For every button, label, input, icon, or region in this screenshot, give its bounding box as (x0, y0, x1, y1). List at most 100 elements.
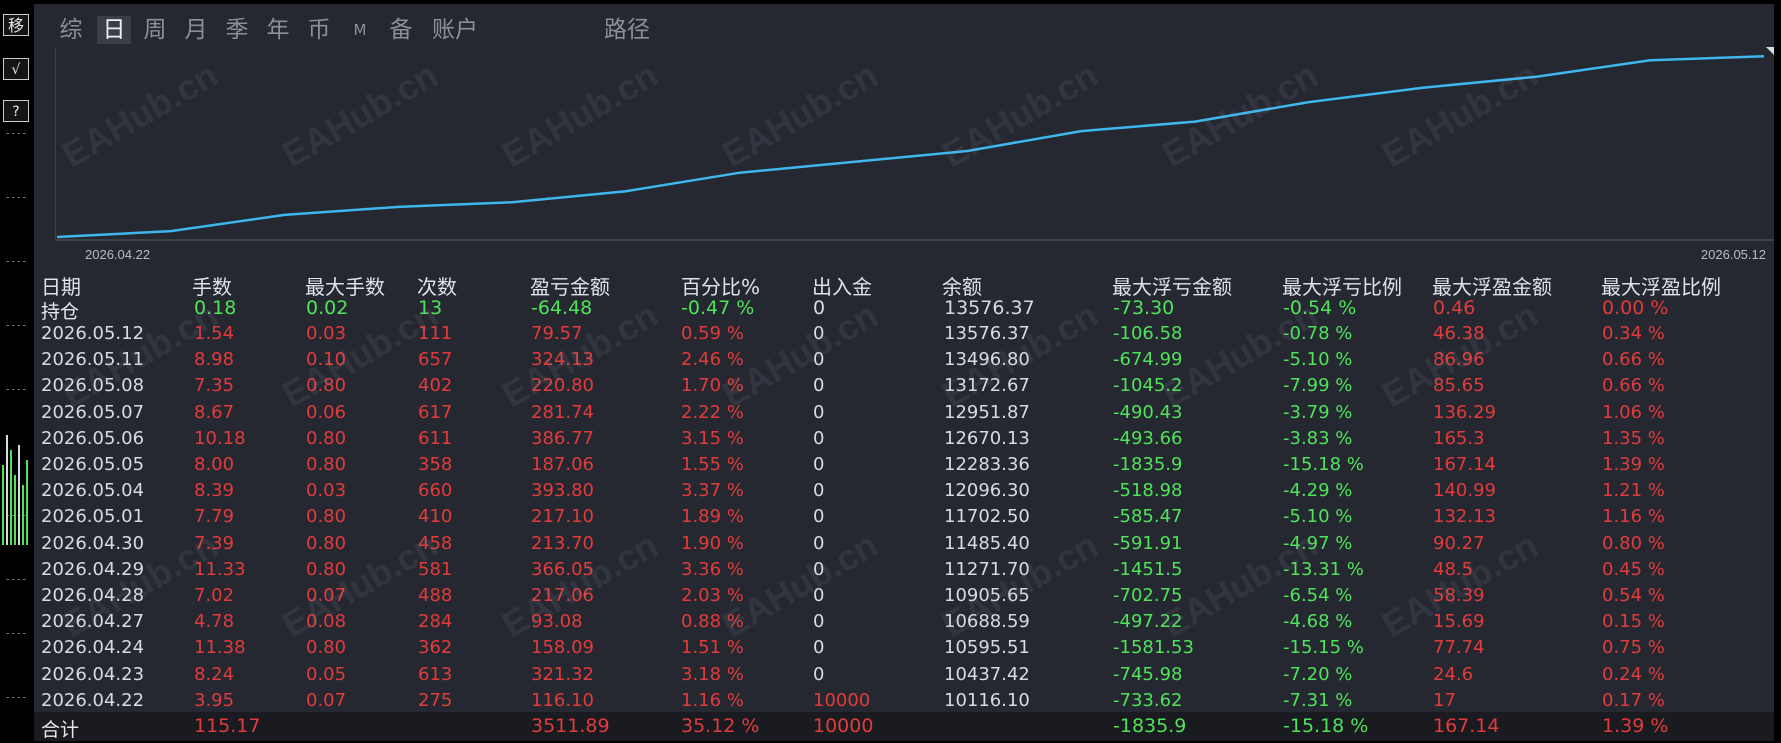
axis-tick (6, 579, 26, 580)
cell-pnl: 116.10 (531, 689, 594, 711)
cell-date: 2026.04.30 (41, 532, 145, 554)
cell-pnl: 386.77 (531, 427, 594, 449)
cell-max-fp: 46.38 (1433, 323, 1485, 344)
cell-pct: 1.51 % (681, 637, 744, 659)
cell-pct: 3.36 % (681, 558, 744, 580)
cell-max-fp: 132.13 (1433, 506, 1496, 528)
cell-deposit: 0 (813, 297, 826, 319)
cell-max-lots: 0.80 (306, 637, 347, 659)
expand-arrow-icon[interactable] (1766, 47, 1774, 55)
cell-date: 2026.05.06 (41, 427, 145, 449)
cell-count: 13 (418, 297, 443, 319)
cell-max-lots: 0.08 (306, 611, 347, 633)
help-button[interactable]: ? (3, 100, 29, 122)
tab-summary[interactable]: 综 (54, 16, 88, 44)
cell-lots: 8.39 (194, 480, 235, 502)
tab-daily[interactable]: 日 (97, 16, 131, 44)
table-row[interactable]: 2026.05.08 7.35 0.80 402 220.80 1.70 % 0 13172.… (34, 373, 1774, 399)
check-button[interactable]: √ (3, 58, 29, 80)
table-row[interactable]: 2026.04.27 4.78 0.08 284 93.08 0.88 % 0 10688.5… (34, 609, 1774, 635)
cell-balance: 13576.37 (944, 297, 1035, 319)
tab-quarterly[interactable]: 季 (220, 16, 254, 44)
cell-max-dd: -1835.9 (1113, 454, 1183, 475)
cell-date: 2026.05.05 (41, 454, 145, 475)
holding-row[interactable]: 持仓 0.18 0.02 13 -64.48 -0.47 % 0 13576.3… (34, 295, 1774, 323)
cell-pnl: 220.80 (531, 375, 594, 397)
cell-lots: 7.39 (194, 532, 235, 554)
cell-max-dd: -73.30 (1113, 297, 1175, 319)
cell-count: 611 (418, 427, 453, 449)
cell-max-lots: 0.80 (306, 506, 347, 528)
table-row[interactable]: 2026.04.30 7.39 0.80 458 213.70 1.90 % 0 11485.… (34, 531, 1774, 557)
cell-max-fp: 77.74 (1433, 637, 1485, 659)
cell-lots: 11.33 (194, 558, 246, 580)
tab-currency[interactable]: 币 (302, 16, 336, 44)
table-row[interactable]: 2026.04.24 11.38 0.80 362 158.09 1.51 % 0 10595… (34, 635, 1774, 661)
cell-max-fp: 165.3 (1433, 427, 1485, 449)
cell-max-dd-pct: -0.54 % (1283, 297, 1357, 319)
table-row[interactable]: 2026.05.01 7.79 0.80 410 217.10 1.89 % 0 11702.… (34, 504, 1774, 530)
cell-date: 2026.04.29 (41, 558, 145, 580)
cell-max-fp: 24.6 (1433, 663, 1474, 685)
cell-balance: 12951.87 (944, 401, 1030, 423)
cell-pct: 1.16 % (681, 689, 744, 711)
cell-pct: 2.03 % (681, 585, 744, 606)
x-end-label: 2026.05.12 (1701, 247, 1766, 262)
cell-max-dd-pct: -4.68 % (1283, 611, 1353, 633)
cell-deposit: 0 (813, 427, 825, 449)
table-header: 日期 手数 最大手数 次数 盈亏金额 百分比% 出入金 余额 最大浮亏金额 最大… (34, 268, 1774, 299)
cell-lots: 7.35 (194, 375, 235, 397)
cell-max-dd: -591.91 (1113, 532, 1183, 554)
tab-account[interactable]: 账户 (428, 16, 482, 44)
cell-max-dd: -702.75 (1113, 585, 1183, 606)
cell-max-dd: -490.43 (1113, 401, 1183, 423)
cell-deposit: 0 (813, 637, 825, 659)
cell-pct: 2.22 % (681, 401, 744, 423)
axis-tick (6, 197, 26, 198)
move-button[interactable]: 移 (3, 14, 29, 36)
table-row[interactable]: 2026.05.06 10.18 0.80 611 386.77 3.15 % 0 12670… (34, 426, 1774, 452)
cell-lots: 1.54 (194, 323, 235, 344)
cell-lots: 7.02 (194, 585, 235, 606)
cell-pct: 3.15 % (681, 427, 744, 449)
cell-date: 2026.04.23 (41, 663, 145, 685)
tab-notes[interactable]: 备 (384, 16, 418, 44)
cell-balance: 10905.65 (944, 585, 1030, 606)
cell-max-dd: -1045.2 (1113, 375, 1183, 397)
total-max-dd-pct: -15.18 % (1283, 715, 1369, 737)
cell-max-fp: 85.65 (1433, 375, 1485, 397)
table-row[interactable]: 2026.04.22 3.95 0.07 275 116.10 1.16 % 10000 10… (34, 688, 1774, 714)
cell-max-dd-pct: -3.83 % (1283, 427, 1353, 449)
table-row[interactable]: 2026.05.07 8.67 0.06 617 281.74 2.22 % 0 12951.… (34, 400, 1774, 426)
table-row[interactable]: 2026.04.23 8.24 0.05 613 321.32 3.18 % 0 10437.… (34, 662, 1774, 688)
table-row[interactable]: 2026.05.04 8.39 0.03 660 393.80 3.37 % 0 12096.… (34, 478, 1774, 504)
table-row[interactable]: 2026.05.05 8.00 0.80 358 187.06 1.55 % 0 12283.… (34, 452, 1774, 478)
table-row[interactable]: 2026.05.11 8.98 0.10 657 324.13 2.46 % 0 13496.… (34, 347, 1774, 373)
mini-volume-bars (0, 430, 30, 545)
cell-lots: 8.24 (194, 663, 235, 685)
cell-deposit: 0 (813, 323, 825, 344)
cell-max-dd: -1451.5 (1113, 558, 1183, 580)
cell-date: 2026.05.11 (41, 349, 145, 371)
cell-count: 617 (418, 401, 453, 423)
cell-date: 2026.05.01 (41, 506, 145, 528)
cell-max-dd: -497.22 (1113, 611, 1183, 633)
cell-max-fp-pct: 1.21 % (1602, 480, 1665, 502)
cell-pct: 1.55 % (681, 454, 744, 475)
tab-yearly[interactable]: 年 (261, 16, 295, 44)
tab-m[interactable]: M (343, 16, 377, 44)
tab-monthly[interactable]: 月 (179, 16, 213, 44)
tab-weekly[interactable]: 周 (138, 16, 172, 44)
cell-max-lots: 0.03 (306, 480, 347, 502)
table-row[interactable]: 2026.05.12 1.54 0.03 111 79.57 0.59 % 0 13576.3… (34, 321, 1774, 347)
table-row[interactable]: 2026.04.28 7.02 0.07 488 217.06 2.03 % 0 10905.… (34, 583, 1774, 609)
tab-path[interactable]: 路径 (600, 16, 654, 44)
cell-count: 284 (418, 611, 453, 633)
cell-count: 613 (418, 663, 453, 685)
total-max-fp: 167.14 (1433, 715, 1500, 737)
table-row[interactable]: 2026.04.29 11.33 0.80 581 366.05 3.36 % 0 11271… (34, 557, 1774, 583)
cell-date: 2026.05.08 (41, 375, 145, 397)
cell-pct: 0.88 % (681, 611, 744, 633)
cell-pnl: 281.74 (531, 401, 594, 423)
cell-max-dd-pct: -3.79 % (1283, 401, 1353, 423)
